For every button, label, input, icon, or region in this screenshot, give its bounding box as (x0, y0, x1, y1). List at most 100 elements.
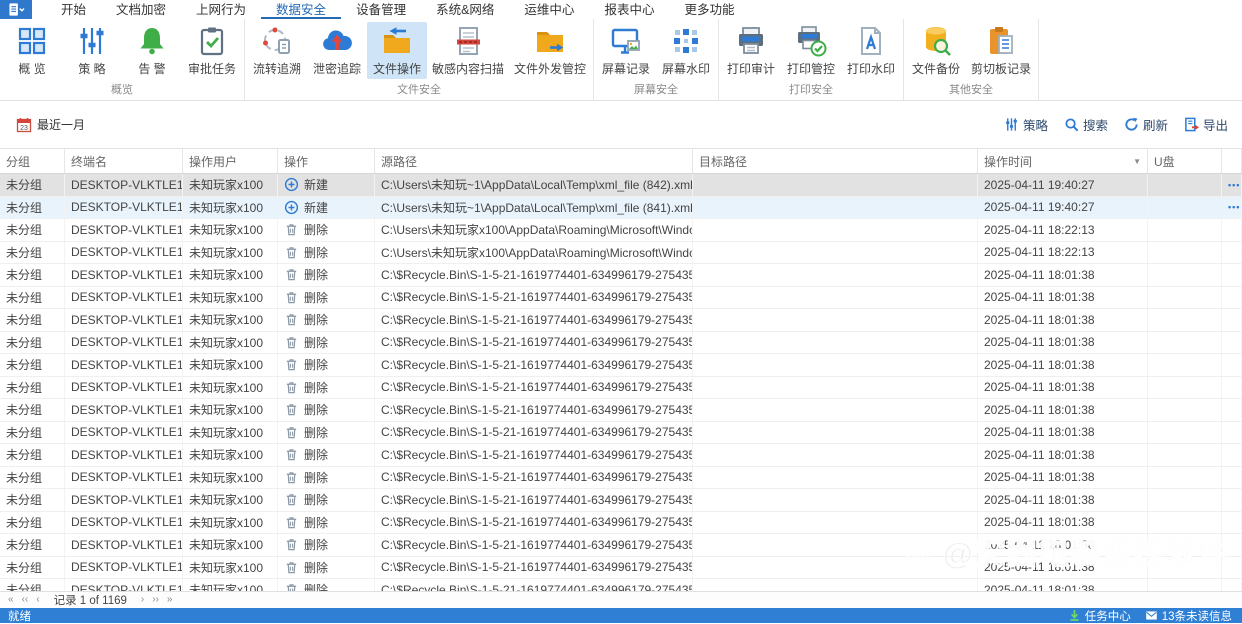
cell-terminal: DESKTOP-VLKTLE1 (65, 331, 183, 353)
column-header-1[interactable]: 终端名 (65, 149, 183, 173)
ribbon-item-bell[interactable]: 告 警 (122, 22, 182, 79)
cell-menu (1222, 241, 1242, 263)
trash-icon (284, 582, 299, 591)
trash-icon (284, 425, 299, 440)
trash-icon (284, 222, 299, 237)
task-center-button[interactable]: 任务中心 (1068, 608, 1131, 624)
trash-icon (284, 537, 299, 552)
ribbon-item-doc-scan[interactable]: 敏感内容扫描 (427, 22, 509, 79)
ribbon-item-printer-shield[interactable]: 打印管控 (781, 22, 841, 79)
table-row[interactable]: 未分组 DESKTOP-VLKTLE1 未知玩家x100 删除 C:\$Recycle.… (0, 421, 1242, 444)
column-filter-arrow-icon[interactable]: ▼ (1133, 157, 1141, 166)
toolbar-export-button[interactable]: 导出 (1184, 115, 1228, 134)
table-row[interactable]: 未分组 DESKTOP-VLKTLE1 未知玩家x100 删除 C:\$Recycle.… (0, 556, 1242, 579)
toolbar-search-button[interactable]: 搜索 (1064, 115, 1108, 134)
table-row[interactable]: 未分组 DESKTOP-VLKTLE1 未知玩家x100 删除 C:\$Recycle.… (0, 399, 1242, 422)
ribbon-item-monitor[interactable]: 屏幕记录 (596, 22, 656, 79)
date-range-label: 最近一月 (37, 118, 86, 132)
cell-target (693, 219, 978, 241)
menu-tab-1[interactable]: 文档加密 (101, 0, 181, 19)
ribbon-item-clipboard-doc[interactable]: 剪切板记录 (966, 22, 1036, 79)
trash-icon (284, 357, 299, 372)
column-header-3[interactable]: 操作 (278, 149, 375, 173)
status-bar: 就绪 任务中心 13条未读信息 (0, 608, 1242, 623)
pager-bar: « ‹‹ ‹ 记录 1 of 1169 › ›› » (0, 591, 1242, 608)
pager-next-page-button[interactable]: ›› (148, 593, 163, 607)
table-row[interactable]: 未分组 DESKTOP-VLKTLE1 未知玩家x100 删除 C:\$Recycle.… (0, 444, 1242, 467)
cell-user: 未知玩家x100 (183, 174, 278, 196)
column-header-6[interactable]: 操作时间 ▼ (978, 149, 1148, 173)
ribbon-item-clipboard-check[interactable]: 审批任务 (182, 22, 242, 79)
ribbon-item-db-search[interactable]: 文件备份 (906, 22, 966, 79)
trash-icon (284, 380, 299, 395)
ribbon-item-grid[interactable]: 概 览 (2, 22, 62, 79)
sliders-icon (76, 25, 108, 57)
menu-tab-5[interactable]: 系统&网络 (421, 0, 509, 19)
action-label: 删除 (304, 583, 329, 591)
clipboard-doc-icon (985, 25, 1017, 57)
table-row[interactable]: 未分组 DESKTOP-VLKTLE1 未知玩家x100 删除 C:\$Recycle.… (0, 354, 1242, 377)
ribbon-item-printer[interactable]: 打印审计 (721, 22, 781, 79)
table-row[interactable]: 未分组 DESKTOP-VLKTLE1 未知玩家x100 删除 C:\$Recycle.… (0, 466, 1242, 489)
ribbon-item-doc-a[interactable]: 打印水印 (841, 22, 901, 79)
table-row[interactable]: 未分组 DESKTOP-VLKTLE1 未知玩家x100 删除 C:\$Recycle.… (0, 264, 1242, 287)
toolbar-sliders-button[interactable]: 策略 (1004, 115, 1048, 134)
cell-time: 2025-04-11 18:01:38 (978, 399, 1148, 421)
menu-tab-0[interactable]: 开始 (46, 0, 101, 19)
pager-prev-button[interactable]: ‹ (32, 593, 43, 607)
menu-tab-2[interactable]: 上网行为 (181, 0, 261, 19)
table-row[interactable]: 未分组 DESKTOP-VLKTLE1 未知玩家x100 删除 C:\$Recycle.… (0, 309, 1242, 332)
column-header-label: U盘 (1154, 154, 1175, 169)
ribbon-item-sliders[interactable]: 策 略 (62, 22, 122, 79)
toolbar-button-label: 刷新 (1142, 119, 1168, 133)
cell-source: C:\Users\未知玩家x100\AppData\Roaming\Micros… (375, 241, 693, 263)
cell-time: 2025-04-11 18:01:38 (978, 376, 1148, 398)
cell-usb (1148, 331, 1222, 353)
table-row[interactable]: 未分组 DESKTOP-VLKTLE1 未知玩家x100 删除 C:\$Recycle.… (0, 331, 1242, 354)
toolbar-refresh-button[interactable]: 刷新 (1124, 115, 1168, 134)
cell-action: 删除 (278, 511, 375, 533)
table-row[interactable]: 未分组 DESKTOP-VLKTLE1 未知玩家x100 删除 C:\$Recycle.… (0, 579, 1242, 591)
pager-prev-page-button[interactable]: ‹‹ (18, 593, 33, 607)
ribbon-item-cycle[interactable]: 流转追溯 (247, 22, 307, 79)
table-row[interactable]: 未分组 DESKTOP-VLKTLE1 未知玩家x100 删除 C:\Users\未知玩… (0, 241, 1242, 264)
column-header-7[interactable]: U盘 (1148, 149, 1222, 173)
cell-usb (1148, 174, 1222, 196)
pager-first-button[interactable]: « (4, 593, 18, 607)
row-menu-button[interactable]: ••• (1228, 202, 1240, 212)
table-row[interactable]: 未分组 DESKTOP-VLKTLE1 未知玩家x100 新建 C:\Users\未知玩… (0, 174, 1242, 197)
ribbon-item-watermark-grid[interactable]: 屏幕水印 (656, 22, 716, 79)
pager-last-button[interactable]: » (163, 593, 177, 607)
cell-action: 删除 (278, 331, 375, 353)
menu-tab-6[interactable]: 运维中心 (509, 0, 589, 19)
column-header-2[interactable]: 操作用户 (183, 149, 278, 173)
menu-tab-7[interactable]: 报表中心 (589, 0, 669, 19)
menu-tab-8[interactable]: 更多功能 (669, 0, 749, 19)
ribbon-item-folder-back[interactable]: 文件操作 (367, 22, 427, 79)
menu-tab-3[interactable]: 数据安全 (261, 0, 342, 19)
table-row[interactable]: 未分组 DESKTOP-VLKTLE1 未知玩家x100 删除 C:\$Recycle.… (0, 286, 1242, 309)
column-header-0[interactable]: 分组 (0, 149, 65, 173)
table-row[interactable]: 未分组 DESKTOP-VLKTLE1 未知玩家x100 删除 C:\Users\未知玩… (0, 219, 1242, 242)
cell-target (693, 421, 978, 443)
cell-source: C:\$Recycle.Bin\S-1-5-21-1619774401-6349… (375, 264, 693, 286)
column-header-5[interactable]: 目标路径 (693, 149, 978, 173)
table-row[interactable]: 未分组 DESKTOP-VLKTLE1 未知玩家x100 删除 C:\$Recycle.… (0, 511, 1242, 534)
cell-user: 未知玩家x100 (183, 399, 278, 421)
table-row[interactable]: 未分组 DESKTOP-VLKTLE1 未知玩家x100 删除 C:\$Recycle.… (0, 376, 1242, 399)
menu-tab-4[interactable]: 设备管理 (341, 0, 421, 19)
unread-messages-button[interactable]: 13条未读信息 (1145, 608, 1232, 624)
ribbon-item-folder-out[interactable]: 文件外发管控 (509, 22, 591, 79)
table-row[interactable]: 未分组 DESKTOP-VLKTLE1 未知玩家x100 删除 C:\$Recycle.… (0, 534, 1242, 557)
row-menu-button[interactable]: ••• (1228, 180, 1240, 190)
app-menu-button[interactable] (0, 0, 32, 19)
date-range-filter[interactable]: 23 最近一月 (16, 116, 85, 133)
ribbon-item-cloud-arrow[interactable]: 泄密追踪 (307, 22, 367, 79)
ribbon-item-label: 敏感内容扫描 (432, 62, 505, 76)
table-row[interactable]: 未分组 DESKTOP-VLKTLE1 未知玩家x100 新建 C:\Users\未知玩… (0, 196, 1242, 219)
pager-next-button[interactable]: › (137, 593, 148, 607)
table-row[interactable]: 未分组 DESKTOP-VLKTLE1 未知玩家x100 删除 C:\$Recycle.… (0, 489, 1242, 512)
column-header-8[interactable] (1222, 149, 1242, 173)
cell-terminal: DESKTOP-VLKTLE1 (65, 354, 183, 376)
column-header-4[interactable]: 源路径 (375, 149, 693, 173)
